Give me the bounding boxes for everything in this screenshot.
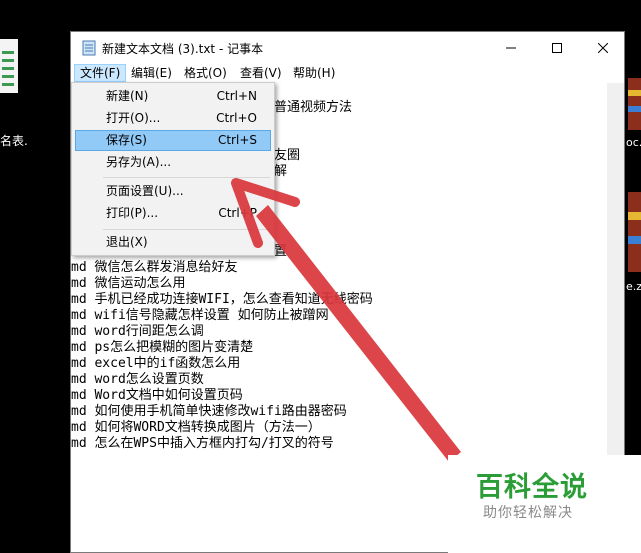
watermark-logo: 百科全说	[476, 472, 588, 503]
watermark-slogan: 助你轻松解决	[483, 505, 573, 521]
watermark: 百科全说 助你轻松解决	[448, 455, 641, 553]
